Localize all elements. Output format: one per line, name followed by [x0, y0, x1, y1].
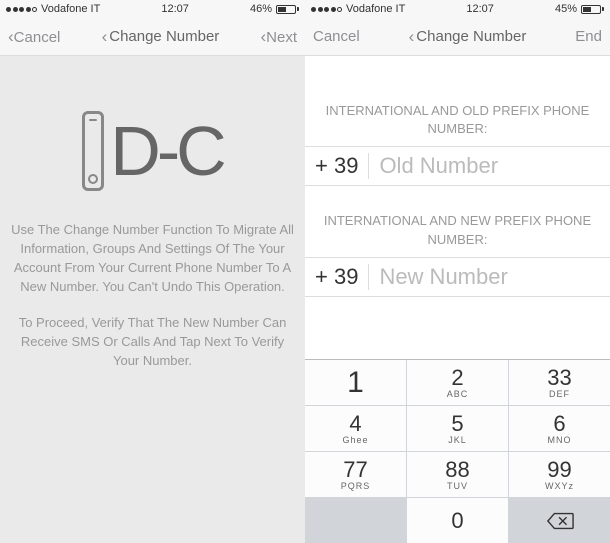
old-prefix-input[interactable]: + 39: [315, 153, 369, 179]
new-number-label: INTERNATIONAL AND NEW PREFIX PHONE NUMBE…: [305, 212, 610, 256]
info-paragraph-2: To Proceed, Verify That The New Number C…: [0, 314, 305, 371]
key-2[interactable]: 2 ABC: [407, 360, 508, 405]
key-6[interactable]: 6 MNO: [509, 406, 610, 451]
nav-bar: Cancel ‹Change Number End: [305, 18, 610, 56]
end-button[interactable]: End: [575, 28, 602, 45]
old-number-input[interactable]: Old Number: [369, 153, 600, 179]
key-5[interactable]: 5 JKL: [407, 406, 508, 451]
key-7[interactable]: 77 PQRS: [305, 452, 406, 497]
old-number-field[interactable]: + 39 Old Number: [305, 146, 610, 186]
key-1[interactable]: 1: [305, 360, 406, 405]
new-prefix-input[interactable]: + 39: [315, 264, 369, 290]
nav-bar: ‹Cancel ‹Change Number ‹Next: [0, 18, 305, 56]
key-blank: [305, 498, 406, 543]
key-9[interactable]: 99 WXYz: [509, 452, 610, 497]
key-0[interactable]: 0: [407, 498, 508, 543]
key-4[interactable]: 4 Ghee: [305, 406, 406, 451]
signal-icon: [311, 7, 342, 12]
key-8[interactable]: 88 TUV: [407, 452, 508, 497]
new-number-field[interactable]: + 39 New Number: [305, 257, 610, 297]
chevron-left-icon: ‹: [409, 27, 415, 47]
key-3[interactable]: 33 DEF: [509, 360, 610, 405]
key-backspace[interactable]: [509, 498, 610, 543]
battery-icon: [276, 5, 299, 14]
numeric-keypad: 1 2 ABC 33 DEF 4 Ghee 5 JKL 6 MNO: [305, 359, 610, 543]
battery-icon: [581, 5, 604, 14]
signal-icon: [6, 7, 37, 12]
status-time: 12:07: [466, 3, 494, 15]
battery-pct: 45%: [555, 3, 577, 15]
carrier-label: Vodafone IT: [346, 3, 405, 15]
chevron-left-icon: ‹: [102, 27, 108, 47]
old-number-label: INTERNATIONAL AND OLD PREFIX PHONE NUMBE…: [305, 102, 610, 146]
battery-pct: 46%: [250, 3, 272, 15]
nav-title: ‹Change Number: [102, 27, 220, 47]
info-paragraph-1: Use The Change Number Function To Migrat…: [0, 221, 305, 296]
new-number-input[interactable]: New Number: [369, 264, 600, 290]
status-time: 12:07: [161, 3, 189, 15]
screen-change-number-intro: Vodafone IT 12:07 46% ‹Cancel ‹Change Nu…: [0, 0, 305, 543]
nav-title: ‹Change Number: [409, 27, 527, 47]
status-bar: Vodafone IT 12:07 46%: [0, 0, 305, 18]
phone-migration-graphic: D-C: [82, 111, 222, 191]
screen-change-number-form: Vodafone IT 12:07 45% Cancel ‹Change Num…: [305, 0, 610, 543]
carrier-label: Vodafone IT: [41, 3, 100, 15]
next-button[interactable]: ‹Next: [260, 27, 297, 47]
graphic-text: D-C: [110, 111, 222, 191]
phone-icon: [82, 111, 104, 191]
status-bar: Vodafone IT 12:07 45%: [305, 0, 610, 18]
cancel-button[interactable]: Cancel: [313, 28, 360, 45]
backspace-icon: [546, 511, 574, 531]
cancel-button[interactable]: ‹Cancel: [8, 27, 60, 47]
